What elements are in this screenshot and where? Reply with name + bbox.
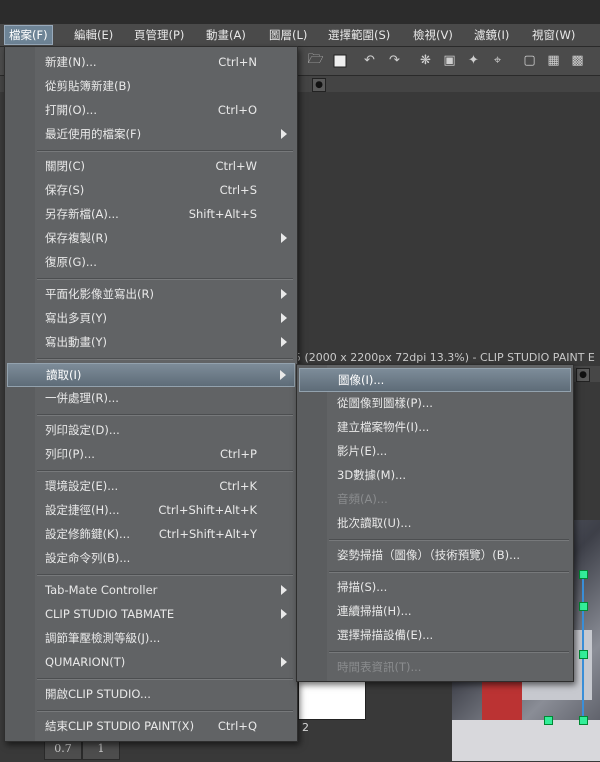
menu-item-exit[interactable]: 結束CLIP STUDIO PAINT(X) Ctrl+Q	[7, 715, 295, 737]
menu-separator	[37, 574, 293, 576]
undo-icon[interactable]: ↶	[361, 52, 378, 69]
menu-selection[interactable]: 選擇範圍(S)	[324, 26, 394, 44]
menu-item-import-image[interactable]: 圖像(I)...	[299, 368, 571, 392]
menu-item-save-copy[interactable]: 保存複製(R)	[7, 227, 295, 249]
menu-view[interactable]: 檢視(V)	[409, 26, 457, 44]
title-bar	[0, 0, 600, 24]
menu-item-continuous-scan[interactable]: 連續掃描(H)...	[299, 600, 571, 622]
menu-item-command-bar-settings[interactable]: 設定命令列(B)...	[7, 547, 295, 569]
document-title: 5 (2000 x 2200px 72dpi 13.3%) - CLIP STU…	[294, 351, 595, 364]
menu-separator	[37, 470, 293, 472]
selection-handle[interactable]	[579, 716, 588, 725]
menu-separator	[37, 150, 293, 152]
menu-page-management[interactable]: 頁管理(P)	[130, 26, 188, 44]
submenu-arrow-icon	[281, 609, 287, 619]
menu-window[interactable]: 視窗(W)	[528, 26, 579, 44]
selection-handle[interactable]	[579, 602, 588, 611]
menu-item-select-scan-device[interactable]: 選擇掃描設備(E)...	[299, 624, 571, 646]
menu-item-batch-import[interactable]: 批次讀取(U)...	[299, 512, 571, 534]
menu-item-export-flattened[interactable]: 平面化影像並寫出(R)	[7, 283, 295, 305]
menu-item-pose-scanner[interactable]: 姿勢掃描（圖像）（技術預覽）(B)...	[299, 544, 571, 566]
menu-item-import-movie[interactable]: 影片(E)...	[299, 440, 571, 462]
menu-separator	[37, 710, 293, 712]
tab-close-icon[interactable]: ●	[312, 78, 326, 92]
menu-separator	[37, 414, 293, 416]
submenu-arrow-icon	[281, 585, 287, 595]
menu-item-print[interactable]: 列印(P)... Ctrl+P	[7, 443, 295, 465]
menu-item-revert[interactable]: 復原(G)...	[7, 251, 295, 273]
submenu-arrow-icon	[280, 370, 286, 380]
selection-handle[interactable]	[544, 716, 553, 725]
page-number: 2	[302, 721, 309, 734]
menu-item-image-to-pattern[interactable]: 從圖像到圖樣(P)...	[299, 392, 571, 414]
hide-outside-icon[interactable]: ▢	[521, 52, 538, 69]
menu-item-create-file-object[interactable]: 建立檔案物件(I)...	[299, 416, 571, 438]
scale-icon[interactable]: ⌖	[489, 52, 506, 69]
menu-separator	[37, 678, 293, 680]
menu-separator	[37, 358, 293, 360]
save-icon[interactable]	[331, 52, 348, 69]
menu-separator	[329, 651, 569, 653]
menu-item-export-animation[interactable]: 寫出動畫(Y)	[7, 331, 295, 353]
submenu-arrow-icon	[281, 337, 287, 347]
menu-separator	[329, 571, 569, 573]
menu-item-new[interactable]: 新建(N)... Ctrl+N	[7, 51, 295, 73]
ruler-icon[interactable]: ▩	[569, 52, 586, 69]
open-folder-icon[interactable]: 🗁	[307, 52, 324, 69]
submenu-arrow-icon	[281, 233, 287, 243]
redo-icon[interactable]: ↷	[386, 52, 403, 69]
menu-item-batch-process[interactable]: 一併處理(R)...	[7, 387, 295, 409]
menu-item-new-from-clipboard[interactable]: 從剪貼簿新建(B)	[7, 75, 295, 97]
selection-handle[interactable]	[579, 650, 588, 659]
transform-icon[interactable]: ✦	[465, 52, 482, 69]
menu-item-shortcut-settings[interactable]: 設定捷徑(H)... Ctrl+Shift+Alt+K	[7, 499, 295, 521]
menu-item-open-clip-studio[interactable]: 開啟CLIP STUDIO...	[7, 683, 295, 705]
import-submenu: 圖像(I)... 從圖像到圖樣(P)... 建立檔案物件(I)... 影片(E)…	[296, 364, 574, 682]
menu-item-recent-files[interactable]: 最近使用的檔案(F)	[7, 123, 295, 145]
menu-item-scan[interactable]: 掃描(S)...	[299, 576, 571, 598]
menu-item-save-as[interactable]: 另存新檔(A)... Shift+Alt+S	[7, 203, 295, 225]
menu-file[interactable]: 檔案(F)	[4, 25, 53, 45]
menu-bar: 檔案(F) 編輯(E) 頁管理(P) 動畫(A) 圖層(L) 選擇範圍(S) 檢…	[0, 24, 600, 47]
menu-animation[interactable]: 動畫(A)	[202, 26, 250, 44]
clear-icon[interactable]: ❋	[417, 52, 434, 69]
menu-item-export-multiple-pages[interactable]: 寫出多頁(Y)	[7, 307, 295, 329]
fill-selection-icon[interactable]: ▣	[441, 52, 458, 69]
menu-item-import-3d-data[interactable]: 3D數據(M)...	[299, 464, 571, 486]
menu-filter[interactable]: 濾鏡(I)	[470, 26, 513, 44]
menu-item-open[interactable]: 打開(O)... Ctrl+O	[7, 99, 295, 121]
selection-handle[interactable]	[579, 570, 588, 579]
menu-item-close[interactable]: 關閉(C) Ctrl+W	[7, 155, 295, 177]
submenu-arrow-icon	[281, 129, 287, 139]
menu-item-import-audio: 音頻(A)...	[337, 492, 388, 506]
menu-separator	[329, 539, 569, 541]
document-tab-close-icon[interactable]: ●	[576, 368, 590, 382]
snap-icon[interactable]: ▦	[545, 52, 562, 69]
menu-item-print-settings[interactable]: 列印設定(D)...	[7, 419, 295, 441]
menu-item-clip-studio-tabmate[interactable]: CLIP STUDIO TABMATE	[7, 603, 295, 625]
submenu-arrow-icon	[281, 657, 287, 667]
menu-item-save[interactable]: 保存(S) Ctrl+S	[7, 179, 295, 201]
file-menu: 新建(N)... Ctrl+N 從剪貼簿新建(B) 打開(O)... Ctrl+…	[4, 46, 298, 742]
menu-layer[interactable]: 圖層(L)	[265, 26, 311, 44]
menu-edit[interactable]: 編輯(E)	[70, 26, 117, 44]
menu-item-qumarion[interactable]: QUMARION(T)	[7, 651, 295, 673]
menu-separator	[37, 278, 293, 280]
menu-item-preferences[interactable]: 環境設定(E)... Ctrl+K	[7, 475, 295, 497]
menu-item-import[interactable]: 讀取(I)	[7, 363, 295, 387]
menu-item-timesheet-info: 時間表資訊(T)...	[337, 660, 422, 674]
submenu-arrow-icon	[281, 313, 287, 323]
submenu-arrow-icon	[281, 289, 287, 299]
menu-item-modifier-key-settings[interactable]: 設定修飾鍵(K)... Ctrl+Shift+Alt+Y	[7, 523, 295, 545]
menu-item-pen-pressure-settings[interactable]: 調節筆壓檢測等級(J)...	[7, 627, 295, 649]
menu-item-tab-mate-controller[interactable]: Tab-Mate Controller	[7, 579, 295, 601]
